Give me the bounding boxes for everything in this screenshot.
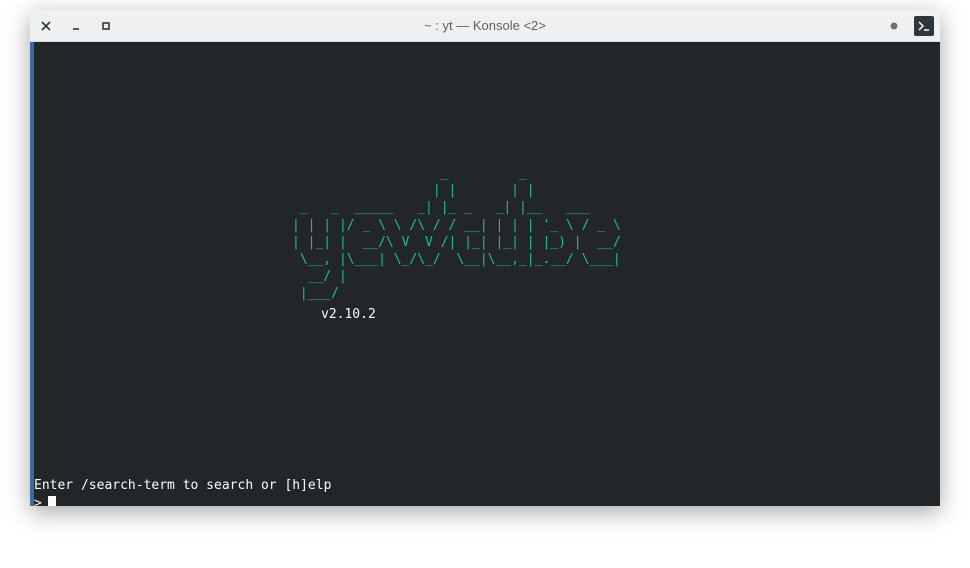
titlebar[interactable]: ~ : yt — Konsole <2> <box>30 10 940 42</box>
version-label: v2.10.2 <box>321 307 376 322</box>
prompt-symbol: > <box>34 496 42 506</box>
dot-icon[interactable] <box>885 17 903 35</box>
logo-line: |___/ <box>292 286 339 302</box>
logo-line: | | | |/ _ \ \ /\ / / __| | | | '_ \ / _… <box>292 217 621 233</box>
terminal-area[interactable]: _ _ | | | | _ _ _____ _| |_ _ _| |__ ___… <box>30 42 940 506</box>
logo-line: | | | | <box>292 183 535 199</box>
close-icon[interactable] <box>37 17 55 35</box>
logo-line: _ _ <box>292 166 527 181</box>
logo-line: _ _ _____ _| |_ _ _| |__ ___ <box>292 200 590 216</box>
logo-line: | |_| | __/\ V V /| |_| |_| | |_) | __/ <box>292 234 621 250</box>
command-prompt[interactable]: > <box>34 495 56 506</box>
logo-line: \__, |\___| \_/\_/ \__|\__,_|_.__/ \___| <box>292 252 621 268</box>
maximize-icon[interactable] <box>97 17 115 35</box>
window-title: ~ : yt — Konsole <2> <box>424 18 546 33</box>
logo-line: __/ | <box>292 269 347 285</box>
konsole-window: ~ : yt — Konsole <2> _ _ | | | | _ _ ___… <box>30 10 940 506</box>
minimize-icon[interactable] <box>67 17 85 35</box>
ascii-logo: _ _ | | | | _ _ _____ _| |_ _ _| |__ ___… <box>292 165 621 303</box>
help-text: Enter /search-term to search or [h]elp <box>34 478 332 493</box>
text-cursor <box>47 496 56 506</box>
terminal-icon[interactable] <box>914 16 934 36</box>
